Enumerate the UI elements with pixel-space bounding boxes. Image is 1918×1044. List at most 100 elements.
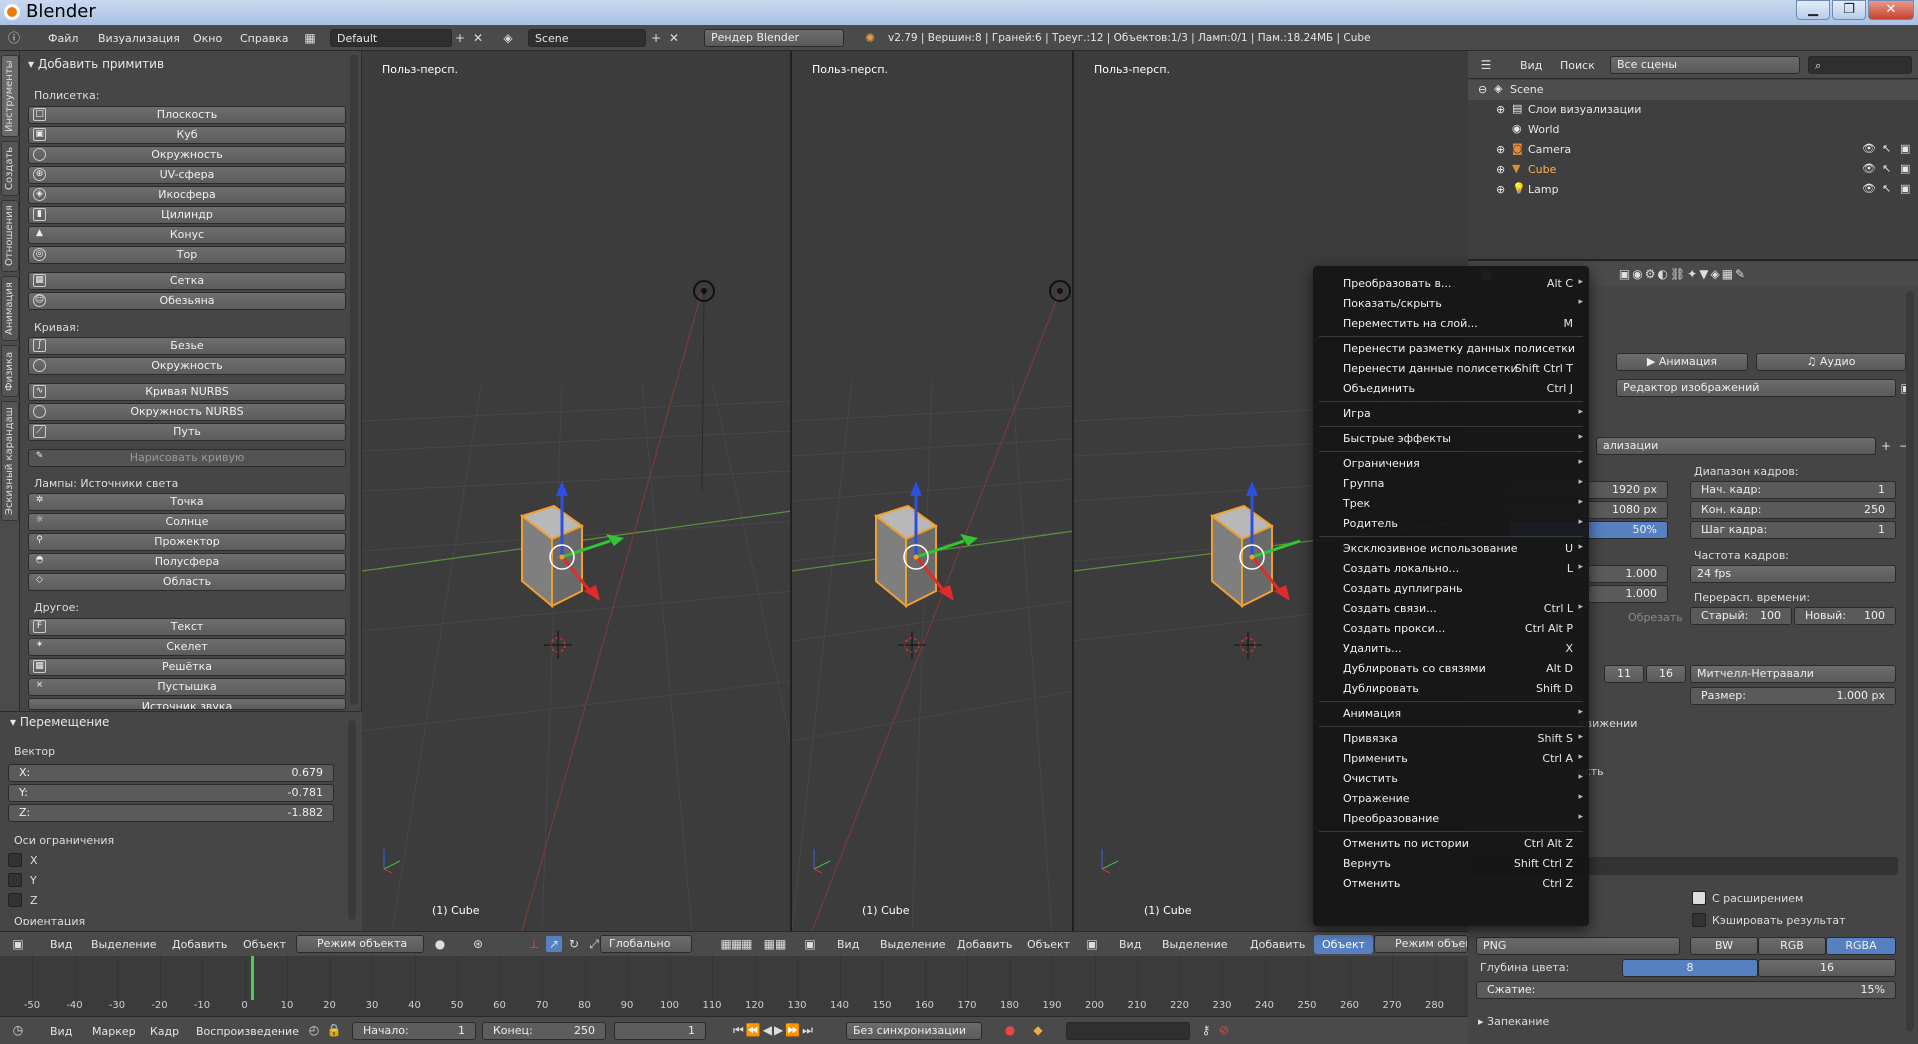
outliner-menu-search[interactable]: Поиск [1560,59,1595,72]
context-menu-item[interactable]: Игра ▸ [1313,404,1589,424]
context-menu-item[interactable]: Эксклюзивное использование U ▸ [1313,539,1589,559]
menu-help[interactable]: Справка [240,32,288,45]
add-uv-sphere-button[interactable]: ⊕ UV-сфера [28,166,346,184]
render-engine-select[interactable]: Рендер Blender [704,29,844,47]
manipulator-icon[interactable]: ⊥ [526,936,542,952]
timeline-menu-marker[interactable]: Маркер [92,1025,136,1038]
outliner-row-camera[interactable]: ⊕ ◙ Camera 👁 ↖ ▣ [1468,140,1918,160]
animation-render-button[interactable]: ▶ Анимация [1616,353,1748,371]
vp3-menu-add[interactable]: Добавить [1250,938,1305,951]
translate-z-field[interactable]: Z: -1.882 [8,804,334,822]
add-cube-button[interactable]: ▣ Куб [28,126,346,144]
tab-grease-pencil[interactable]: Эскизный карандаш [1,401,19,521]
cache-result-checkbox[interactable] [1692,913,1706,927]
file-extensions-checkbox[interactable] [1692,891,1706,905]
timeline-menu-playback[interactable]: Воспроизведение [196,1025,299,1038]
menu-window[interactable]: Окно [193,32,222,45]
scene-field[interactable]: Scene [528,29,646,47]
aspect-x-field[interactable]: 1.000 [1588,565,1668,583]
context-menu-item[interactable]: Преобразовать в... Alt C ▸ [1313,274,1589,294]
context-menu-item[interactable]: Объединить Ctrl J [1313,379,1589,399]
context-menu-item[interactable]: Удалить... X [1313,639,1589,659]
tab-physics[interactable]: Физика [1,345,19,397]
timeline-playhead[interactable] [251,956,254,1000]
audio-render-button[interactable]: ♫ Аудио [1756,353,1906,371]
constraint-z-checkbox[interactable] [8,893,22,907]
viewport-2[interactable]: Польз-персп. (1) Cube [792,51,1074,931]
vp2-menu-add[interactable]: Добавить [957,938,1012,951]
add-icosphere-button[interactable]: ◈ Икосфера [28,186,346,204]
add-layout-icon[interactable]: + [452,30,468,46]
aspect-y-field[interactable]: 1.000 [1588,585,1668,603]
add-nurbs-circle-button[interactable]: Окружность NURBS [28,403,346,421]
frame-rate-select[interactable]: 24 fps [1690,565,1896,583]
context-menu-item[interactable]: Группа ▸ [1313,474,1589,494]
toolshelf-scrollbar[interactable] [350,55,358,705]
layers-lock-icon[interactable]: ▦▦ [760,936,790,952]
add-armature-button[interactable]: ✶ Скелет [28,638,346,656]
add-empty-button[interactable]: ⨯ Пустышка [28,678,346,696]
keyframe-icon[interactable]: ◆ [1030,1022,1046,1038]
viewport-shading-icon[interactable]: ● [432,936,448,952]
vp3-mode-select[interactable]: Режим объек [1374,935,1468,953]
outliner-row-render-layers[interactable]: ⊕ ▤ Слои визуализации [1468,100,1918,120]
outliner-row-lamp[interactable]: ⊕ 💡 Lamp 👁 ↖ ▣ [1468,180,1918,200]
translate-manipulator-icon[interactable]: ↗ [546,936,562,952]
record-icon[interactable]: ● [1002,1022,1018,1038]
translate-x-field[interactable]: X: 0.679 [8,764,334,782]
context-menu-item[interactable]: Переместить на слой... M [1313,314,1589,334]
timeline-menu-frame[interactable]: Кадр [150,1025,179,1038]
insert-key-icon[interactable]: ⚷ [1198,1022,1214,1038]
context-menu-item[interactable]: Отражение ▸ [1313,789,1589,809]
lamp-render-icon[interactable]: ▣ [1900,182,1910,195]
add-plane-button[interactable]: □ Плоскость [28,106,346,124]
redo-scrollbar[interactable] [348,720,356,920]
add-area-lamp-button[interactable]: ◇ Область [28,573,346,591]
context-menu-item[interactable]: Вернуть Shift Ctrl Z [1313,854,1589,874]
lamp-select-icon[interactable]: ↖ [1882,182,1891,195]
vp1-menu-select[interactable]: Выделение [91,938,157,951]
outliner-display-select[interactable]: Все сцены [1610,56,1800,74]
timeline-area[interactable]: -50 -40 -30 -20 -10 0 10 20 30 40 50 60 70 80 90 100 110… [0,956,1468,1016]
sync-mode-select[interactable]: Без синхронизации [846,1022,982,1040]
constraint-y-checkbox[interactable] [8,873,22,887]
add-grid-button[interactable]: ▦ Сетка [28,272,346,290]
context-menu-item[interactable]: Создать прокси... Ctrl Alt P [1313,619,1589,639]
context-menu-item[interactable]: Отменить Ctrl Z [1313,874,1589,894]
info-editor-icon[interactable]: ⓘ [6,30,22,46]
add-path-button[interactable]: ⟋ Путь [28,423,346,441]
end-frame-field[interactable]: Конец: 250 [482,1022,606,1040]
aa-filter-select[interactable]: Митчелл-Нетравали [1690,665,1896,683]
add-nurbs-curve-button[interactable]: ∿ Кривая NURBS [28,383,346,401]
timeline-editor-icon[interactable]: ◷ [10,1022,26,1038]
tab-relations[interactable]: Отношения [1,200,19,272]
display-mode-select[interactable]: Редактор изображений [1616,379,1896,397]
vp3-menu-select[interactable]: Выделение [1162,938,1228,951]
context-menu-item[interactable]: Дублировать со связями Alt D [1313,659,1589,679]
keying-set-field[interactable] [1066,1022,1190,1040]
context-menu-item[interactable]: Перенести разметку данных полисетки [1313,339,1589,359]
layout-field[interactable]: Default [330,29,452,47]
camera-render-icon[interactable]: ▣ [1900,142,1910,155]
menu-render[interactable]: Визуализация [98,32,180,45]
remove-scene-icon[interactable]: ✕ [666,30,682,46]
vp3-menu-object-active[interactable]: Объект [1314,935,1374,954]
outliner-row-scene[interactable]: ⊖ ◈ Scene [1468,80,1918,100]
pivot-point-icon[interactable]: ⊛ [470,936,486,952]
layout-grid-icon[interactable]: ▦ [302,30,318,46]
transform-orientation-select[interactable]: Глобально [600,935,692,953]
lamp-visibility-icon[interactable]: 👁 [1862,182,1876,195]
layers-grid-icon[interactable]: ▦▦▦ [712,936,760,952]
add-scene-icon[interactable]: + [648,30,664,46]
add-preset-icon[interactable]: + [1878,438,1894,454]
rotate-manipulator-icon[interactable]: ↻ [566,936,582,952]
playback-controls-icon[interactable]: ⏮⏪◀▶⏩⏭ [720,1022,828,1038]
color-depth-8-button[interactable]: 8 [1622,959,1758,977]
add-speaker-button[interactable]: Источник звука [28,698,346,710]
tab-tools[interactable]: Инструменты [1,55,19,137]
add-text-button[interactable]: F Текст [28,618,346,636]
start-frame-field[interactable]: Начало: 1 [352,1022,476,1040]
context-menu-item[interactable]: Создать связи... Ctrl L ▸ [1313,599,1589,619]
add-torus-button[interactable]: ◎ Тор [28,246,346,264]
outliner-editor-icon[interactable]: ☰ [1478,57,1494,73]
